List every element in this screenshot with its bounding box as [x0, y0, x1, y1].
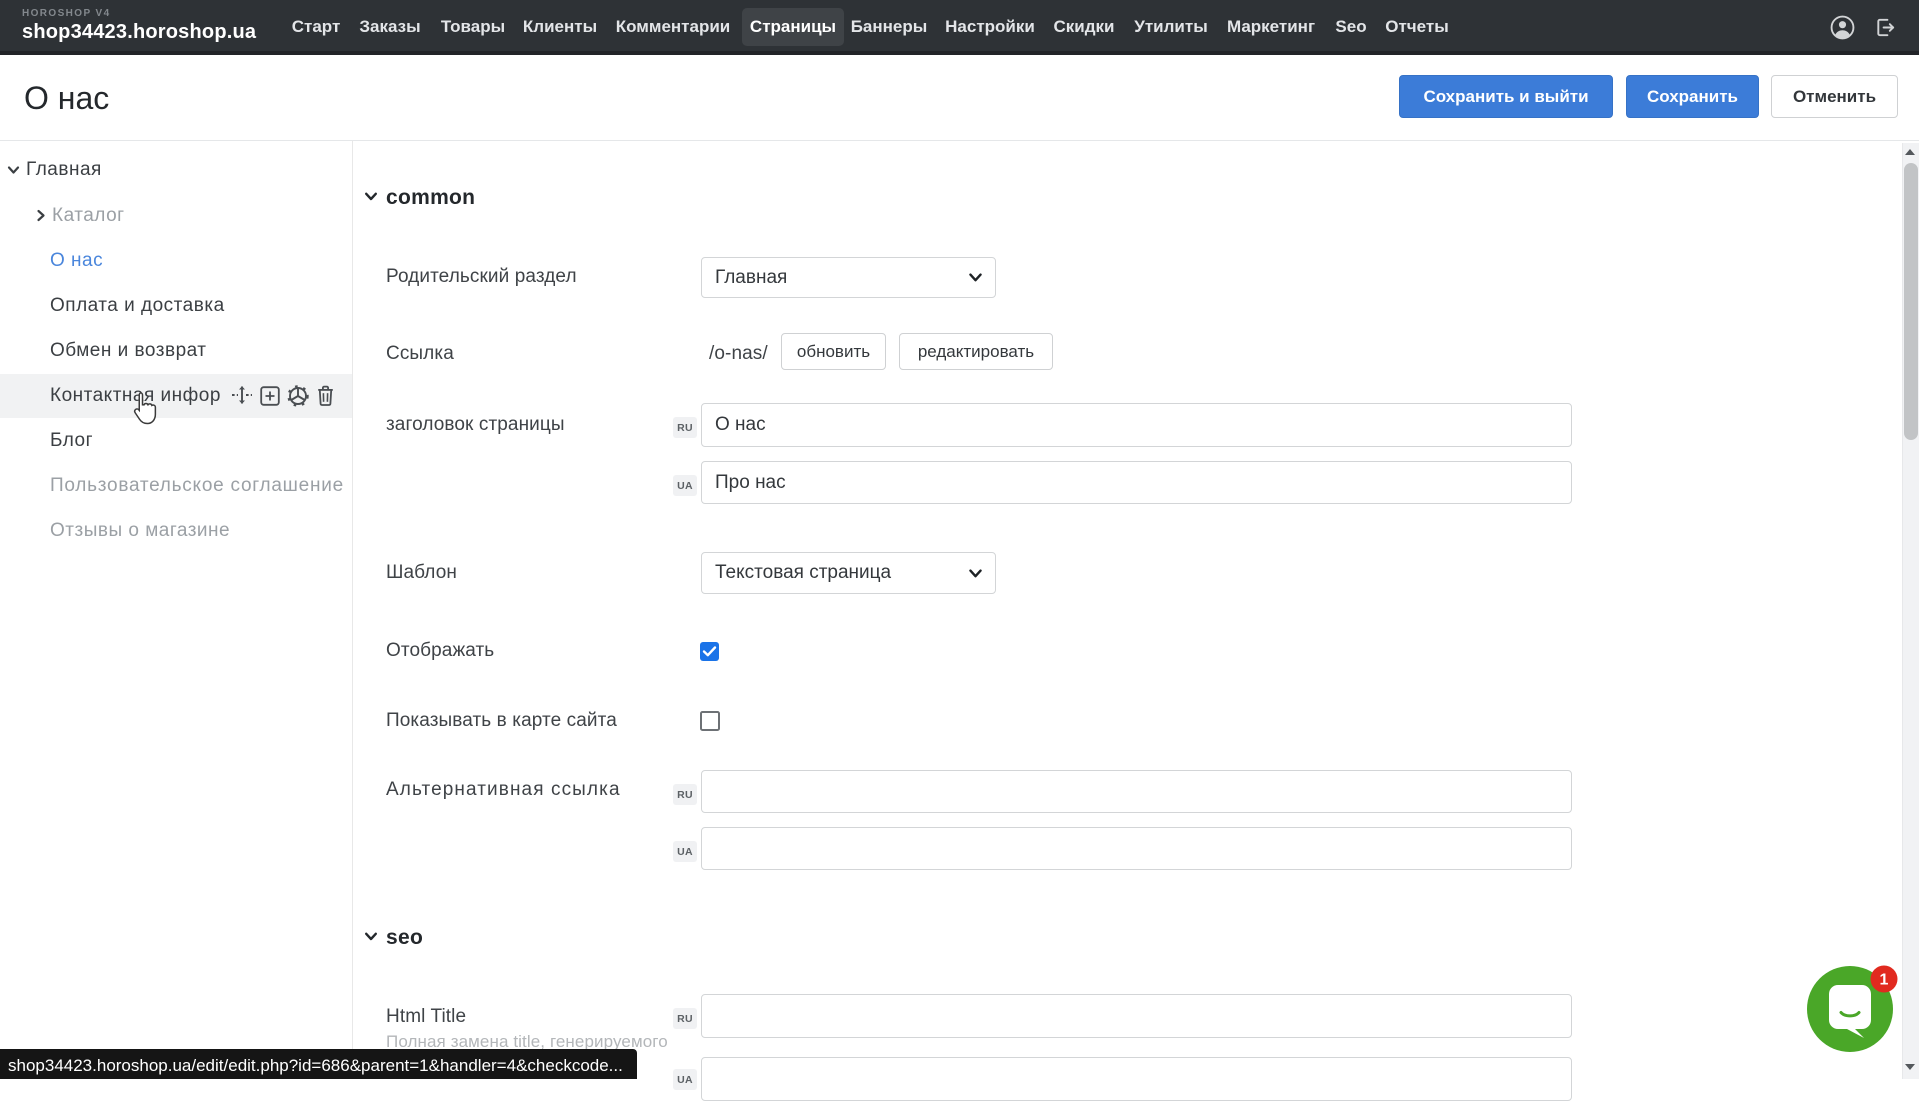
svg-text:1: 1 — [1880, 972, 1889, 989]
